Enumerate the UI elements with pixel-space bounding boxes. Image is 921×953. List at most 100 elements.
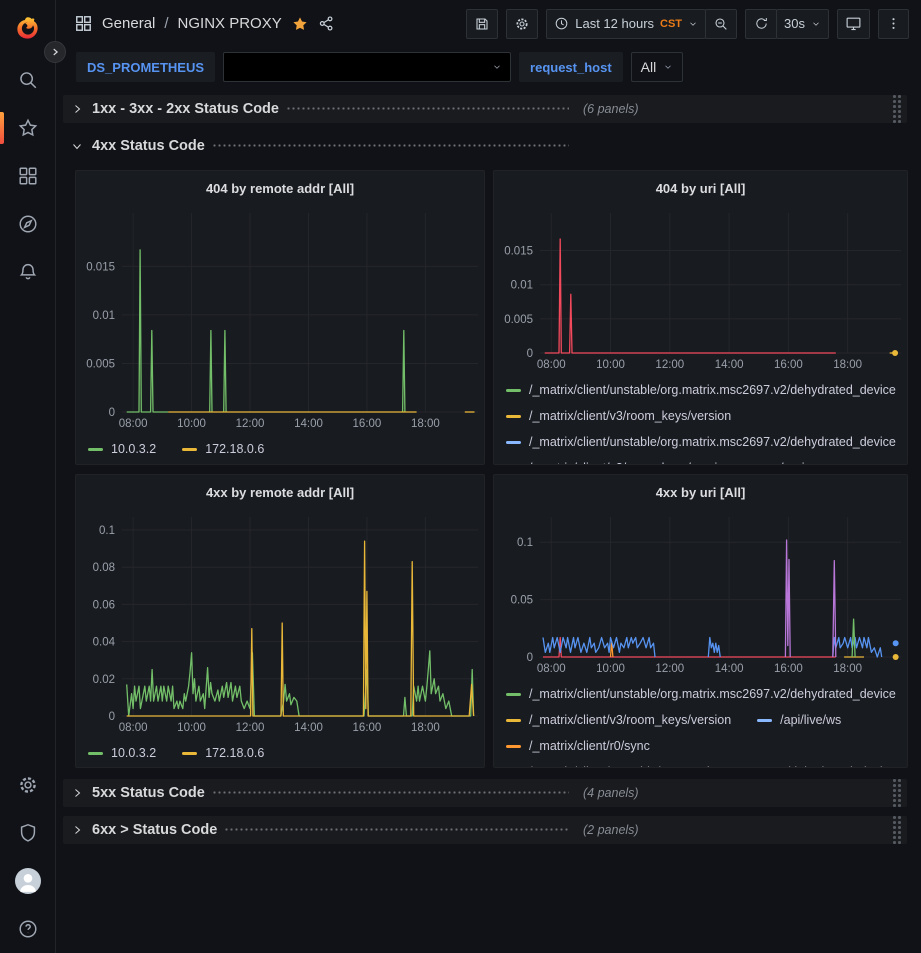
legend-item[interactable]: /_matrix/client/unstable/org.matrix.msc2…	[506, 435, 896, 449]
row-drag-handle[interactable]	[893, 95, 901, 123]
panel-404-by-uri: 404 by uri [All] 08:0010:0012:0014:0016:…	[493, 170, 908, 465]
legend-label: /_matrix/client/unstable/org.matrix.msc2…	[529, 435, 896, 449]
legend-item[interactable]: 172.18.0.6	[182, 442, 264, 456]
panel-title[interactable]: 4xx by uri [All]	[494, 475, 907, 509]
svg-text:0.015: 0.015	[86, 261, 115, 273]
dashboard-canvas: 1xx - 3xx - 2xx Status Code (6 panels) 4…	[56, 87, 921, 953]
svg-text:0.08: 0.08	[93, 562, 115, 574]
chart-plot[interactable]: 08:0010:0012:0014:0016:0018:0000.020.040…	[76, 509, 484, 736]
sidebar-expand-button[interactable]	[44, 41, 66, 63]
refresh-button[interactable]	[745, 9, 777, 39]
panel-title[interactable]: 404 by uri [All]	[494, 171, 907, 205]
variable-host-value-select[interactable]: All	[631, 52, 684, 82]
apps-icon	[74, 14, 93, 33]
sidebar-item-dashboards[interactable]	[0, 152, 56, 200]
legend-item[interactable]: /_matrix/client/r0/sync	[506, 739, 650, 753]
row-6xx[interactable]: 6xx > Status Code (2 panels)	[63, 816, 907, 844]
sidebar-item-starred[interactable]	[0, 104, 56, 152]
legend-item[interactable]: /sw.js	[757, 461, 811, 464]
legend-item[interactable]: 10.0.3.2	[88, 746, 156, 760]
legend-item[interactable]: /api/live/ws	[757, 713, 841, 727]
legend-label: 172.18.0.6	[205, 442, 264, 456]
legend-swatch	[182, 448, 197, 451]
save-icon	[474, 16, 490, 32]
more-options-button[interactable]	[878, 9, 909, 39]
row-title: 6xx > Status Code	[92, 822, 217, 838]
chart-plot[interactable]: 08:0010:0012:0014:0016:0018:0000.0050.01…	[494, 205, 907, 373]
refresh-interval-picker[interactable]: 30s	[776, 9, 829, 39]
svg-text:14:00: 14:00	[715, 663, 744, 675]
sidebar-item-configuration[interactable]	[0, 761, 56, 809]
active-indicator	[0, 112, 4, 144]
save-dashboard-button[interactable]	[466, 9, 498, 39]
sidebar-item-search[interactable]	[0, 56, 56, 104]
refresh-interval-label: 30s	[784, 16, 805, 31]
chart-legend: 10.0.3.2 172.18.0.6	[76, 736, 484, 766]
sidebar-item-server-admin[interactable]	[0, 809, 56, 857]
legend-row: /_matrix/client/v3/room_keys/version/api…	[506, 707, 907, 733]
svg-text:12:00: 12:00	[236, 722, 265, 734]
sidebar-item-explore[interactable]	[0, 200, 56, 248]
timezone-label: CST	[660, 18, 682, 30]
svg-text:12:00: 12:00	[236, 418, 265, 430]
legend-item[interactable]: 172.18.0.6	[182, 746, 264, 760]
zoom-out-time-button[interactable]	[705, 9, 737, 39]
variable-host-label[interactable]: request_host	[519, 52, 623, 82]
compass-icon	[17, 213, 39, 235]
legend-item[interactable]: 10.0.3.2	[88, 442, 156, 456]
legend-label: 172.18.0.6	[205, 746, 264, 760]
legend-item[interactable]: /_matrix/client/unstable/org.matrix.msc2…	[506, 687, 896, 701]
variable-ds-label[interactable]: DS_PROMETHEUS	[76, 52, 215, 82]
legend-swatch	[506, 745, 521, 748]
row-title: 1xx - 3xx - 2xx Status Code	[92, 101, 279, 117]
bell-icon	[17, 261, 39, 283]
dashboard-settings-button[interactable]	[506, 9, 538, 39]
row-drag-handle[interactable]	[893, 779, 901, 807]
time-picker-group: Last 12 hours CST	[546, 9, 737, 39]
sidebar-item-profile[interactable]	[0, 857, 56, 905]
panel-title[interactable]: 4xx by remote addr [All]	[76, 475, 484, 509]
row-title: 4xx Status Code	[92, 138, 205, 154]
svg-text:0.04: 0.04	[93, 637, 116, 649]
cycle-view-mode-button[interactable]	[837, 9, 870, 39]
chevron-down-icon	[663, 62, 673, 72]
row-1xx-3xx-2xx[interactable]: 1xx - 3xx - 2xx Status Code (6 panels)	[63, 95, 907, 123]
favorite-star-icon[interactable]	[291, 15, 309, 33]
panel-title[interactable]: 404 by remote addr [All]	[76, 171, 484, 205]
row-5xx[interactable]: 5xx Status Code (4 panels)	[63, 779, 907, 807]
sidebar	[0, 0, 56, 953]
legend-item[interactable]: /_matrix/client/v3/room_keys/version	[506, 713, 731, 727]
sidebar-item-help[interactable]	[0, 905, 56, 953]
time-range-picker[interactable]: Last 12 hours CST	[546, 9, 706, 39]
monitor-icon	[845, 15, 862, 32]
sidebar-item-alerting[interactable]	[0, 248, 56, 296]
row-drag-handle[interactable]	[893, 816, 901, 844]
legend-label: /sw.js	[780, 461, 811, 464]
chart-plot[interactable]: 08:0010:0012:0014:0016:0018:0000.050.1	[494, 509, 907, 677]
legend-item[interactable]: /_matrix/client/unstable/org.matrix.msc2…	[506, 383, 896, 397]
share-icon[interactable]	[318, 15, 335, 32]
legend-item[interactable]: /_matrix/client/v3/room_keys/version	[506, 409, 731, 423]
breadcrumb-folder[interactable]: General	[102, 15, 155, 32]
legend-row: /_matrix/client/unstable/org.matrix.msc2…	[506, 681, 907, 707]
kebab-menu-icon	[886, 16, 901, 31]
legend-item[interactable]: /_matrix/client/unstable/org.matrix.msc2…	[506, 765, 896, 767]
svg-text:0.02: 0.02	[93, 674, 115, 686]
svg-text:0.1: 0.1	[517, 537, 533, 549]
row-4xx[interactable]: 4xx Status Code	[63, 132, 907, 160]
legend-label: /_matrix/client/unstable/org.matrix.msc2…	[529, 687, 896, 701]
svg-text:16:00: 16:00	[774, 663, 803, 675]
search-icon	[17, 69, 39, 91]
svg-text:14:00: 14:00	[294, 418, 323, 430]
breadcrumb-dashboard-title[interactable]: NGINX PROXY	[178, 15, 282, 32]
variable-ds-value-select[interactable]	[223, 52, 511, 82]
svg-text:0.005: 0.005	[86, 358, 115, 370]
legend-row: /_matrix/client/r0/sync	[506, 733, 907, 759]
chevron-right-icon	[71, 787, 83, 799]
svg-text:10:00: 10:00	[177, 418, 206, 430]
chart-plot[interactable]: 08:0010:0012:0014:0016:0018:0000.0050.01…	[76, 205, 484, 432]
svg-text:14:00: 14:00	[715, 359, 744, 371]
legend-row: 10.0.3.2 172.18.0.6	[88, 740, 484, 766]
legend-label: /_matrix/client/v3/room_keys/version	[529, 713, 731, 727]
legend-item[interactable]: /_matrix/client/v3/room_keys/version	[506, 461, 731, 464]
